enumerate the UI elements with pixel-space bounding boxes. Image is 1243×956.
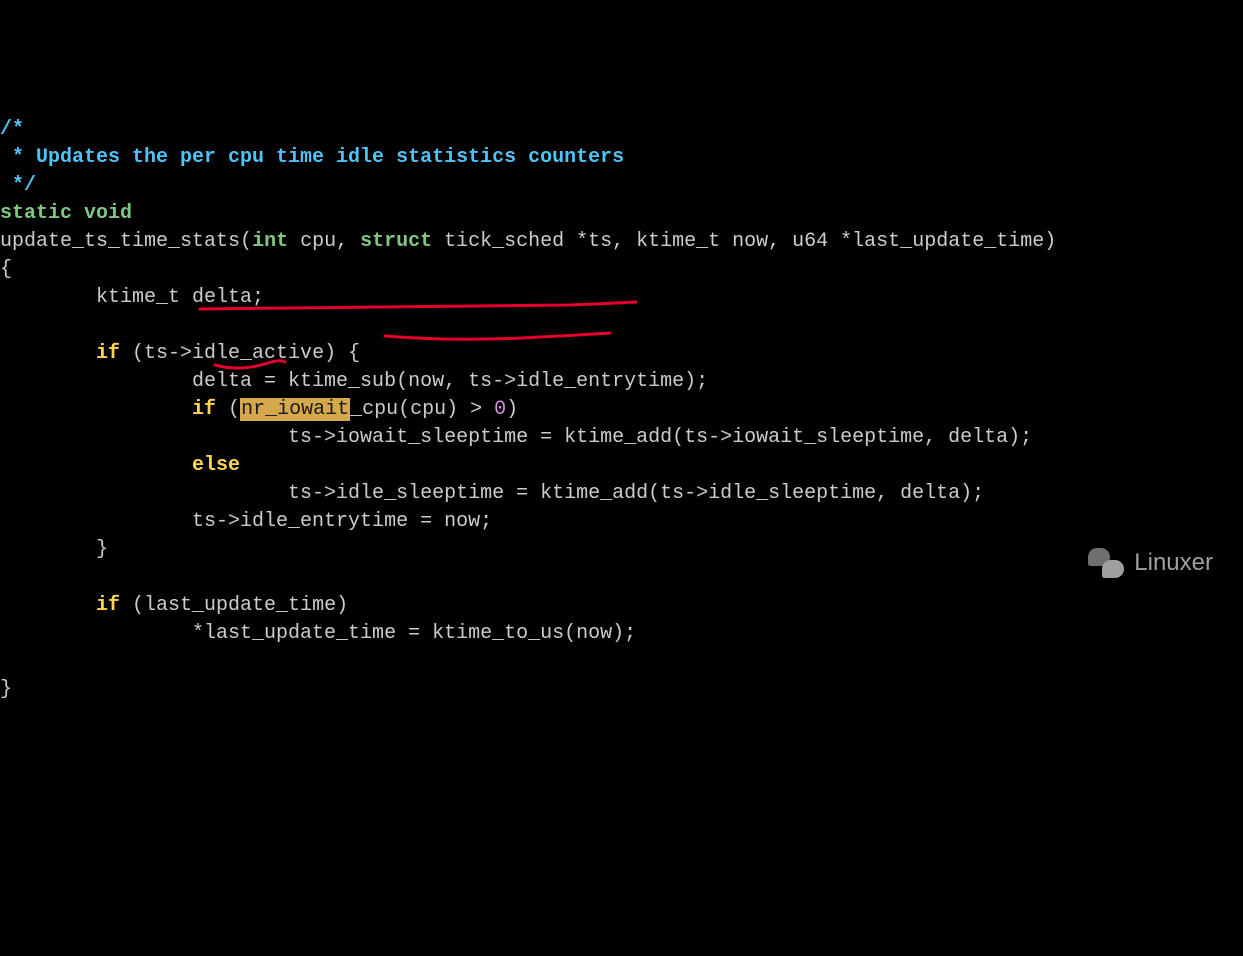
- watermark: Linuxer: [1088, 546, 1213, 580]
- if3-cond: (last_update_time): [120, 594, 348, 617]
- kw-else: else: [192, 454, 240, 477]
- else-indent: [0, 454, 192, 477]
- num-zero: 0: [494, 398, 506, 421]
- entry-line: ts->idle_entrytime = now;: [0, 510, 492, 533]
- idle-line: ts->idle_sleeptime = ktime_add(ts->idle_…: [0, 482, 984, 505]
- if2-close: ): [506, 398, 518, 421]
- brace-open: {: [0, 258, 12, 281]
- assign-delta: delta = ktime_sub(now, ts->idle_entrytim…: [0, 370, 708, 393]
- watermark-text: Linuxer: [1134, 546, 1213, 580]
- kw-int: int: [252, 230, 288, 253]
- last-update-line: *last_update_time = ktime_to_us(now);: [0, 622, 636, 645]
- wechat-icon: [1088, 548, 1124, 578]
- if3-indent: [0, 594, 96, 617]
- decl-line: ktime_t delta;: [0, 286, 264, 309]
- kw-if-3: if: [96, 594, 120, 617]
- brace-close: }: [0, 678, 12, 701]
- comment-close: */: [0, 174, 36, 197]
- if1-indent: [0, 342, 96, 365]
- code-block: /* * Updates the per cpu time idle stati…: [0, 116, 1243, 704]
- fn-name: update_ts_time_stats: [0, 230, 240, 253]
- kw-static: static: [0, 202, 72, 225]
- params-rest: tick_sched *ts, ktime_t now, u64 *last_u…: [432, 230, 1056, 253]
- brace-mid: }: [0, 538, 108, 561]
- kw-if-1: if: [96, 342, 120, 365]
- if2-mid: _cpu(cpu) >: [350, 398, 494, 421]
- highlight-nr-iowait: nr_iowait: [240, 398, 350, 421]
- comment-open: /*: [0, 118, 24, 141]
- if2-indent: [0, 398, 192, 421]
- kw-if-2: if: [192, 398, 216, 421]
- kw-void: void: [84, 202, 132, 225]
- comment-body: * Updates the per cpu time idle statisti…: [0, 146, 624, 169]
- if2-open: (: [216, 398, 240, 421]
- if1-cond: (ts->idle_active) {: [120, 342, 360, 365]
- param-cpu: cpu,: [288, 230, 360, 253]
- iowait-line: ts->iowait_sleeptime = ktime_add(ts->iow…: [0, 426, 1032, 449]
- kw-struct: struct: [360, 230, 432, 253]
